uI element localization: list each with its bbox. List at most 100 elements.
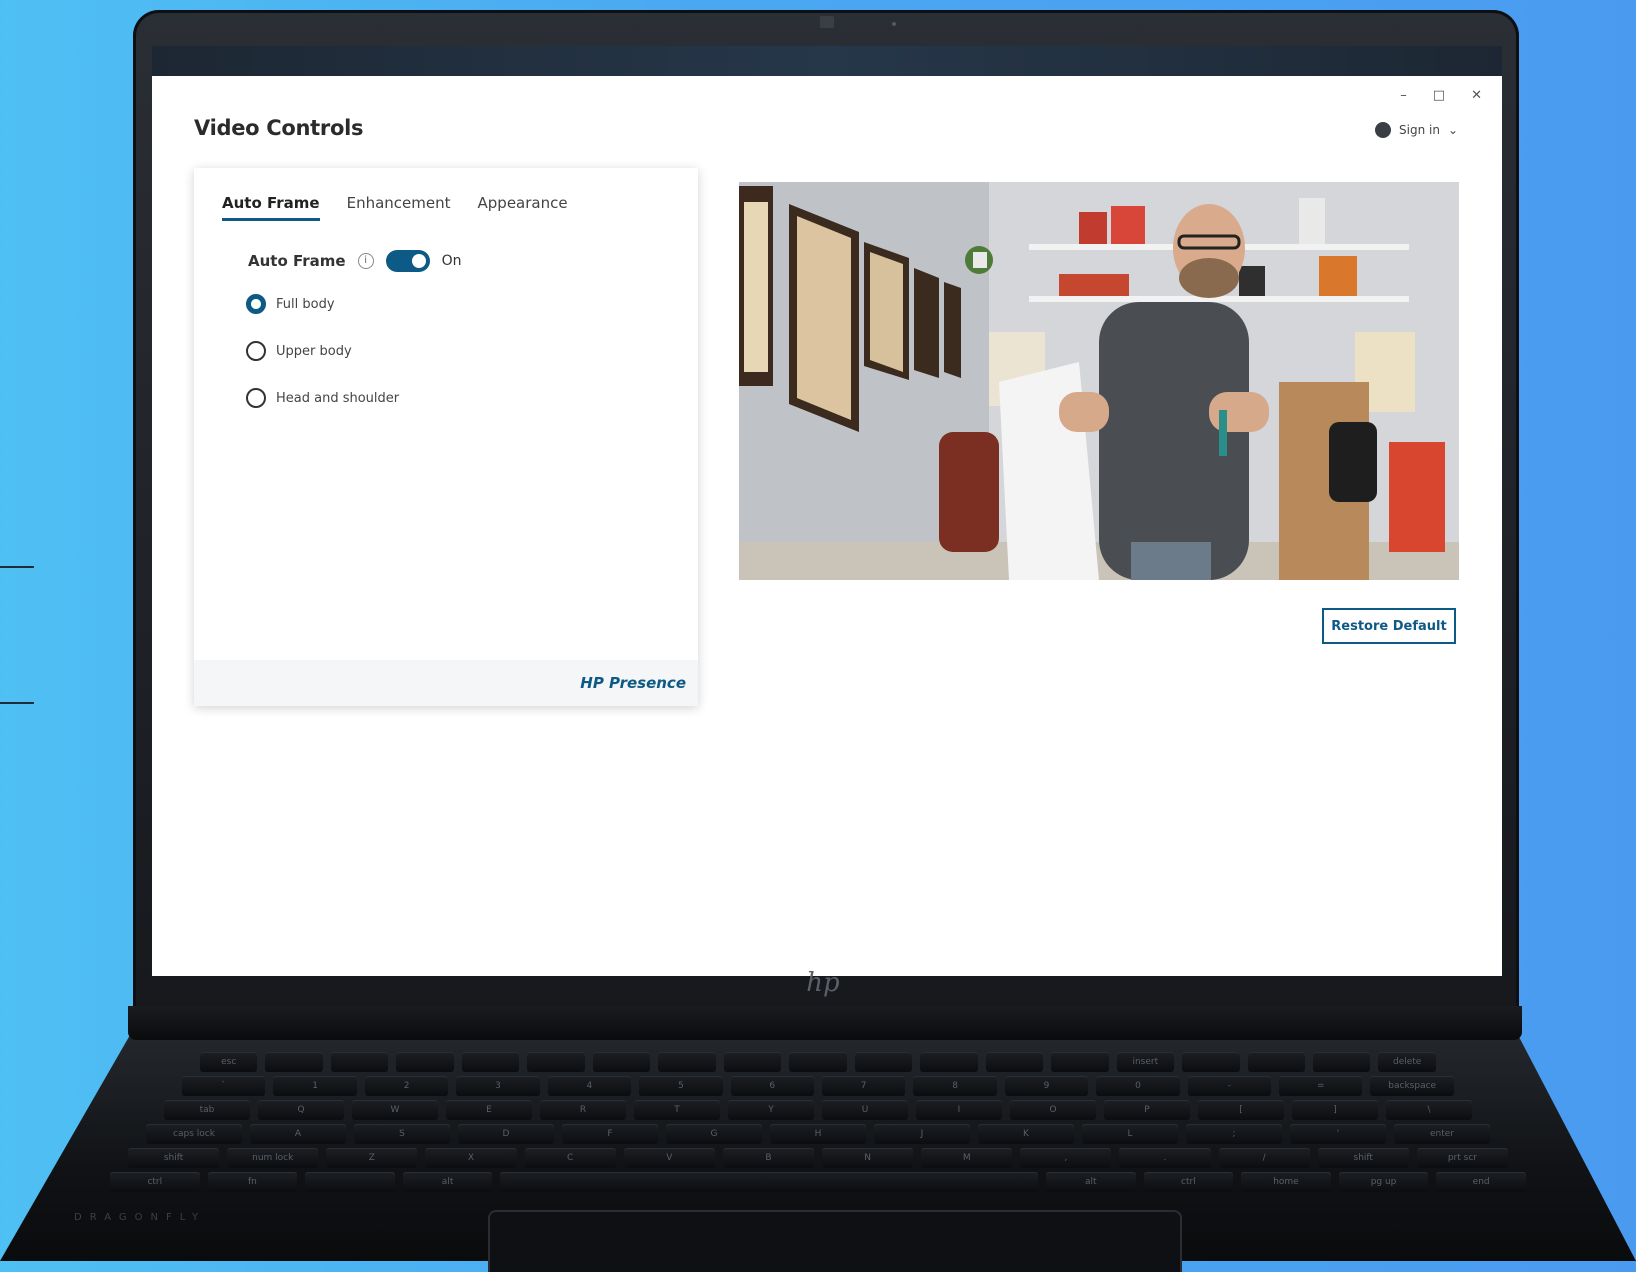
close-icon[interactable]: ✕ [1471, 88, 1482, 103]
info-icon[interactable]: i [357, 253, 374, 269]
keyboard-key [592, 1052, 651, 1072]
keyboard-key: prt scr [1416, 1148, 1508, 1168]
keyboard-key: 7 [821, 1076, 906, 1096]
keyboard-key [1312, 1052, 1371, 1072]
camera-feed-illustration [739, 182, 1459, 580]
keyboard-key [854, 1052, 913, 1072]
toggle-state-label: On [441, 253, 462, 269]
laptop-hinge [128, 1006, 1522, 1040]
keyboard-key: C [524, 1148, 616, 1168]
keyboard-row: shift num lock Z X C V B N M,. / shift prt scr [128, 1148, 1508, 1168]
keyboard-key [920, 1052, 978, 1072]
keyboard-key: / [1218, 1148, 1310, 1168]
keyboard-row: tab Q W E R T Y U I O P [] \ [164, 1100, 1472, 1120]
radio-upper-body[interactable]: Upper body [246, 341, 352, 361]
keyboard-key: Z [326, 1148, 418, 1168]
keyboard-key: N [821, 1148, 914, 1168]
keyboard-key: = [1279, 1076, 1363, 1096]
keyboard-key: . [1119, 1148, 1211, 1168]
keyboard-key: esc [200, 1052, 258, 1072]
keyboard-key [789, 1052, 847, 1072]
keyboard-key: 3 [456, 1076, 540, 1096]
keyboard-key: - [1187, 1076, 1272, 1096]
keyboard-key [1182, 1052, 1240, 1072]
keyboard-key: 2 [364, 1076, 449, 1096]
keyboard-key: U [822, 1100, 908, 1120]
keyboard-key [396, 1052, 454, 1072]
toggle-knob [411, 254, 426, 268]
keyboard-key: ctrl [1143, 1172, 1234, 1192]
keyboard-key: H [770, 1124, 866, 1144]
radio-button[interactable] [246, 341, 266, 361]
brand-logo: HP Presence [580, 674, 686, 692]
tab-appearance[interactable]: Appearance [478, 194, 568, 221]
keyboard-key: caps lock [146, 1124, 242, 1144]
keyboard-key: ] [1292, 1100, 1378, 1120]
screen-bezel-top [152, 46, 1502, 76]
keyboard-key: B [722, 1148, 814, 1168]
keyboard-key: ' [1290, 1124, 1386, 1144]
keyboard-key: 6 [730, 1076, 814, 1096]
keyboard-key: X [425, 1148, 517, 1168]
signin-label: Sign in [1399, 123, 1440, 137]
keyboard-key [985, 1052, 1044, 1072]
keyboard-key: V [623, 1148, 715, 1168]
keyboard-key: K [978, 1124, 1074, 1144]
tab-enhancement[interactable]: Enhancement [347, 194, 451, 221]
model-name: DRAGONFLY [74, 1212, 207, 1223]
keyboard-key [723, 1052, 782, 1072]
keyboard-row: esc insert delete [200, 1052, 1436, 1072]
keyboard-key: W [352, 1100, 438, 1120]
restore-default-button[interactable]: Restore Default [1322, 608, 1456, 644]
keyboard-key: , [1020, 1148, 1112, 1168]
keyboard-key: L [1082, 1124, 1178, 1144]
keyboard-key: M [921, 1148, 1013, 1168]
keyboard-key: shift [128, 1148, 220, 1168]
keyboard-key: shift [1317, 1148, 1409, 1168]
keyboard-key: 1 [273, 1076, 357, 1096]
keyboard-key [527, 1052, 585, 1072]
maximize-icon[interactable]: □ [1433, 88, 1445, 103]
keyboard-key: 4 [547, 1076, 632, 1096]
keyboard-key: [ [1198, 1100, 1284, 1120]
radio-label: Head and shoulder [276, 390, 400, 406]
keyboard-key: ctrl [110, 1172, 200, 1192]
keyboard-key: 8 [913, 1076, 997, 1096]
keyboard-key: fn [207, 1172, 298, 1192]
keyboard-key: I [916, 1100, 1002, 1120]
window-controls: – □ ✕ [1400, 88, 1482, 103]
radio-full-body[interactable]: Full body [246, 294, 335, 314]
keyboard-key: Q [258, 1100, 344, 1120]
keyboard-key [305, 1172, 395, 1192]
signin-button[interactable]: Sign in ⌄ [1375, 122, 1458, 138]
keyboard-key: P [1104, 1100, 1190, 1120]
keyboard-row: caps lock A S D F G H J K L; ' enter [146, 1124, 1490, 1144]
keyboard-key: backspace [1370, 1076, 1454, 1096]
keyboard-key: S [354, 1124, 450, 1144]
keyboard-key: T [634, 1100, 720, 1120]
chevron-down-icon: ⌄ [1447, 123, 1458, 137]
radio-head-and-shoulder[interactable]: Head and shoulder [246, 388, 399, 408]
keyboard-key: 9 [1004, 1076, 1089, 1096]
auto-frame-toggle[interactable] [385, 250, 430, 272]
keyboard-key: enter [1394, 1124, 1490, 1144]
avatar-icon [1375, 122, 1391, 138]
keyboard-key [1051, 1052, 1109, 1072]
keyboard-key [265, 1052, 323, 1072]
page-title: Video Controls [194, 116, 364, 140]
radio-label: Upper body [276, 343, 352, 359]
minimize-icon[interactable]: – [1400, 88, 1407, 103]
webcam [820, 16, 834, 28]
touchpad [488, 1210, 1182, 1272]
tab-auto-frame[interactable]: Auto Frame [222, 194, 320, 221]
radio-button[interactable] [246, 388, 266, 408]
keyboard-key: G [666, 1124, 762, 1144]
keyboard-key: R [540, 1100, 626, 1120]
keyboard-key: tab [164, 1100, 250, 1120]
settings-panel: Auto Frame Enhancement Appearance Auto F… [194, 168, 698, 706]
keyboard-key: D [458, 1124, 554, 1144]
video-preview [739, 182, 1459, 580]
radio-button[interactable] [246, 294, 266, 314]
keyboard-row: ` 1 2 3 4 5 6 7 8 9 0- = backspace [182, 1076, 1454, 1096]
keyboard-key: insert [1116, 1052, 1175, 1072]
